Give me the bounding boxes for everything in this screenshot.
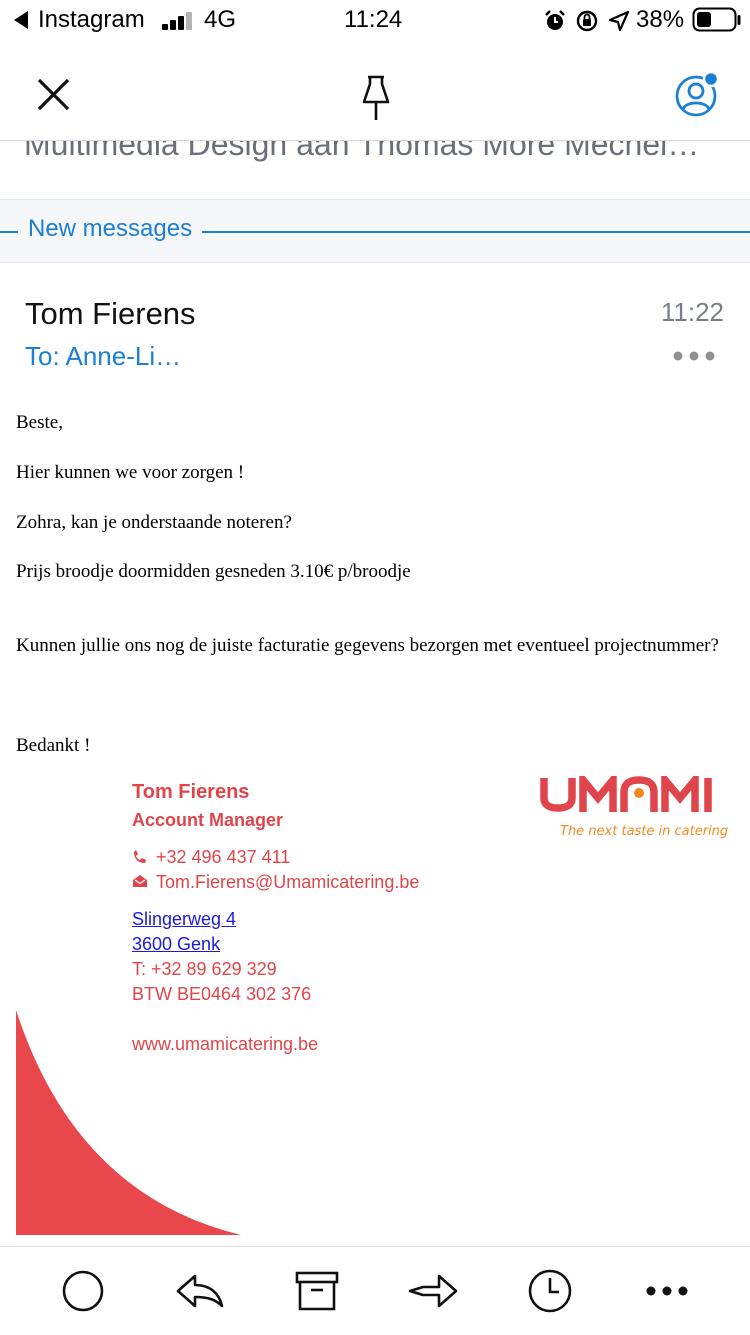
- more-actions-button[interactable]: [639, 1267, 695, 1315]
- rotation-lock-icon: [576, 10, 598, 32]
- body-line: Hier kunnen we voor zorgen !: [16, 462, 245, 483]
- signature-city-link[interactable]: 3600 Genk: [132, 934, 220, 955]
- new-messages-divider: New messages: [0, 199, 750, 263]
- signature-email[interactable]: Tom.Fierens@Umamicatering.be: [156, 872, 419, 893]
- account-icon[interactable]: [672, 70, 724, 122]
- battery-percent: 38%: [636, 6, 685, 33]
- body-line: Prijs broodje doormidden gesneden 3.10€ …: [16, 561, 411, 582]
- archive-button[interactable]: [289, 1267, 345, 1315]
- archive-icon: [295, 1271, 339, 1311]
- svg-text:The next taste in catering: The next taste in catering: [560, 824, 728, 839]
- more-options-icon[interactable]: [672, 350, 716, 362]
- forward-button[interactable]: [405, 1267, 461, 1315]
- subject-strip: Multimedia Design aan Thomas More Mechel…: [0, 140, 750, 198]
- battery-icon: [692, 7, 741, 32]
- signature-phone[interactable]: +32 496 437 411: [156, 847, 290, 868]
- close-icon[interactable]: [36, 77, 72, 113]
- body-greeting: Beste,: [16, 412, 63, 433]
- message-time: 11:22: [660, 297, 724, 327]
- new-messages-label: New messages: [24, 215, 197, 243]
- recipient-line[interactable]: To: Anne-Li…: [25, 341, 181, 372]
- network-label: 4G: [204, 6, 237, 33]
- more-dots-icon: [646, 1286, 688, 1296]
- clock: 11:24: [344, 6, 403, 33]
- forward-icon: [408, 1274, 458, 1308]
- decorative-red-shape: [16, 1010, 241, 1235]
- location-icon: [608, 10, 630, 32]
- circle-icon: [62, 1270, 104, 1312]
- phone-icon: [134, 850, 146, 863]
- snooze-button[interactable]: [522, 1267, 578, 1315]
- divider-line-left: [0, 231, 18, 233]
- signature-street-link[interactable]: Slingerweg 4: [132, 909, 236, 930]
- mark-read-button[interactable]: [55, 1267, 111, 1315]
- reply-icon: [176, 1274, 224, 1308]
- body-closing: Bedankt !: [16, 735, 91, 756]
- sender-name[interactable]: Tom Fierens: [25, 296, 196, 332]
- back-arrow-icon[interactable]: [12, 10, 30, 30]
- mail-icon: [133, 875, 147, 887]
- signature-name: Tom Fierens: [132, 781, 250, 803]
- clock-icon: [528, 1269, 572, 1313]
- back-app-label[interactable]: Instagram: [38, 6, 145, 34]
- status-bar: Instagram 4G 11:24 38%: [0, 0, 750, 40]
- signature-role: Account Manager: [132, 810, 284, 830]
- body-line: Zohra, kan je onderstaande noteren?: [16, 512, 292, 533]
- top-navigation: [0, 40, 750, 141]
- divider-line-right: [202, 231, 750, 233]
- signature-vat: BTW BE0464 302 376: [132, 984, 312, 1004]
- reply-button[interactable]: [172, 1267, 228, 1315]
- signal-icon: [162, 12, 192, 30]
- body-line: Kunnen jullie ons nog de juiste facturat…: [16, 635, 719, 656]
- email-subject: Multimedia Design aan Thomas More Mechel…: [24, 140, 700, 162]
- bottom-toolbar: [0, 1246, 750, 1335]
- umami-logo: The next taste in catering: [540, 776, 728, 839]
- pin-icon[interactable]: [358, 74, 394, 122]
- alarm-icon: [545, 10, 565, 30]
- signature-tel[interactable]: T: +32 89 629 329: [132, 959, 277, 980]
